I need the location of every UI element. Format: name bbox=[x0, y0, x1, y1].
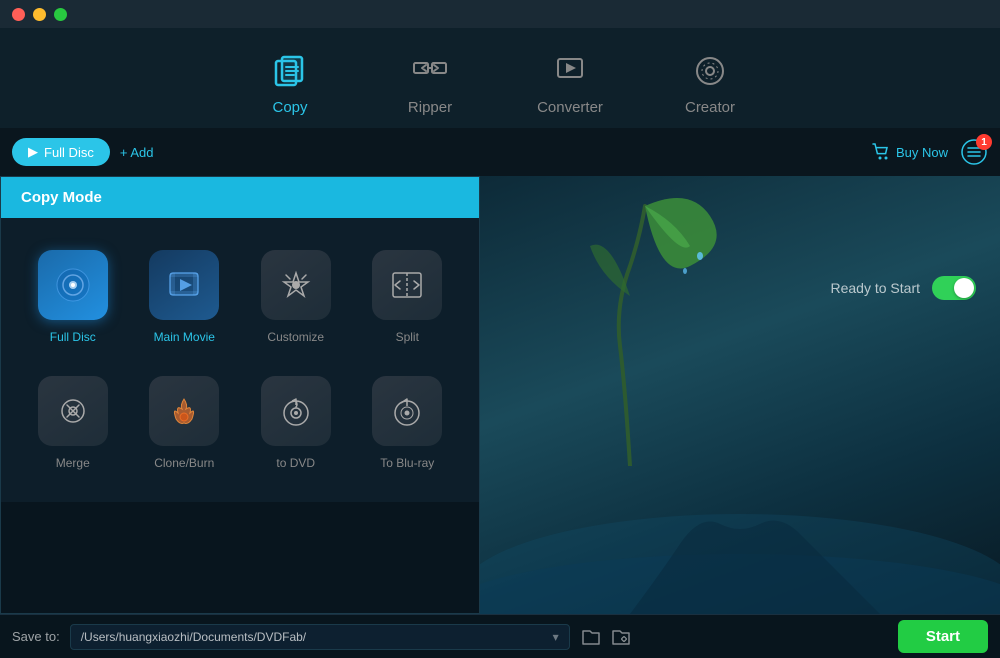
mode-item-clone-burn[interactable]: Clone/Burn bbox=[129, 360, 241, 486]
full-disc-button[interactable]: ▶ Full Disc bbox=[12, 138, 110, 166]
notification-badge: 1 bbox=[976, 134, 992, 150]
buy-now-label: Buy Now bbox=[896, 145, 948, 160]
maximize-button[interactable] bbox=[54, 8, 67, 21]
to-dvd-mode-label: to DVD bbox=[276, 456, 315, 470]
add-button[interactable]: + Add bbox=[120, 145, 154, 160]
copy-icon bbox=[270, 51, 310, 91]
to-dvd-icon-wrapper bbox=[261, 376, 331, 446]
main-content: Copy Mode Full Disc bbox=[0, 176, 1000, 614]
full-disc-icon-wrapper bbox=[38, 250, 108, 320]
to-bluray-mode-label: To Blu-ray bbox=[380, 456, 434, 470]
mode-item-full-disc[interactable]: Full Disc bbox=[17, 234, 129, 360]
full-disc-arrow-icon: ▶ bbox=[28, 144, 38, 160]
nav-item-converter[interactable]: Converter bbox=[530, 51, 610, 116]
dropdown-arrow-icon: ▾ bbox=[553, 630, 559, 644]
right-panel: Ready to Start bbox=[480, 176, 1000, 614]
save-path-input[interactable]: /Users/huangxiaozhi/Documents/DVDFab/ ▾ bbox=[70, 624, 570, 650]
plant-decoration bbox=[530, 166, 730, 466]
toolbar-right: Buy Now 1 bbox=[872, 138, 988, 166]
save-to-label: Save to: bbox=[12, 629, 60, 644]
ready-toggle[interactable] bbox=[932, 276, 976, 300]
main-movie-icon-wrapper bbox=[149, 250, 219, 320]
toolbar-row: ▶ Full Disc + Add Buy Now 1 bbox=[0, 128, 1000, 176]
mode-item-main-movie[interactable]: Main Movie bbox=[129, 234, 241, 360]
nav-label-ripper: Ripper bbox=[408, 99, 452, 116]
full-disc-label: Full Disc bbox=[44, 145, 94, 160]
copy-mode-panel: Copy Mode Full Disc bbox=[0, 176, 480, 614]
merge-icon-wrapper bbox=[38, 376, 108, 446]
nav-item-ripper[interactable]: Ripper bbox=[390, 51, 470, 116]
nav-item-copy[interactable]: Copy bbox=[250, 51, 330, 116]
converter-icon bbox=[550, 51, 590, 91]
clone-burn-mode-label: Clone/Burn bbox=[154, 456, 214, 470]
nav-bar: Copy Ripper Converter bbox=[0, 28, 1000, 128]
mode-item-to-bluray[interactable]: To Blu-ray bbox=[352, 360, 464, 486]
copy-mode-grid: Full Disc Main Movie bbox=[1, 218, 479, 502]
title-bar bbox=[0, 0, 1000, 28]
customize-mode-label: Customize bbox=[267, 330, 324, 344]
start-label: Start bbox=[926, 628, 960, 645]
main-movie-mode-label: Main Movie bbox=[154, 330, 215, 344]
add-label: + Add bbox=[120, 145, 154, 160]
customize-icon-wrapper bbox=[261, 250, 331, 320]
merge-mode-label: Merge bbox=[56, 456, 90, 470]
nav-item-creator[interactable]: Creator bbox=[670, 51, 750, 116]
save-path-text: /Users/huangxiaozhi/Documents/DVDFab/ bbox=[81, 630, 553, 644]
status-bar: Save to: /Users/huangxiaozhi/Documents/D… bbox=[0, 614, 1000, 658]
nav-label-copy: Copy bbox=[272, 99, 307, 116]
ripper-icon bbox=[410, 51, 450, 91]
start-button[interactable]: Start bbox=[898, 620, 988, 653]
full-disc-mode-label: Full Disc bbox=[50, 330, 96, 344]
mode-item-to-dvd[interactable]: to DVD bbox=[240, 360, 352, 486]
mode-item-customize[interactable]: Customize bbox=[240, 234, 352, 360]
open-folder-button[interactable] bbox=[580, 626, 602, 648]
folder-buttons bbox=[580, 626, 632, 648]
ready-status: Ready to Start bbox=[831, 276, 977, 300]
split-mode-label: Split bbox=[396, 330, 419, 344]
ready-label: Ready to Start bbox=[831, 280, 921, 296]
copy-mode-header: Copy Mode bbox=[1, 177, 479, 218]
mode-item-split[interactable]: Split bbox=[352, 234, 464, 360]
creator-icon bbox=[690, 51, 730, 91]
to-bluray-icon-wrapper bbox=[372, 376, 442, 446]
nav-label-creator: Creator bbox=[685, 99, 735, 116]
copy-mode-title: Copy Mode bbox=[21, 189, 102, 206]
split-icon-wrapper bbox=[372, 250, 442, 320]
window-controls bbox=[12, 8, 67, 21]
mode-item-merge[interactable]: Merge bbox=[17, 360, 129, 486]
cart-icon bbox=[872, 143, 890, 161]
clone-burn-icon-wrapper bbox=[149, 376, 219, 446]
menu-button[interactable]: 1 bbox=[960, 138, 988, 166]
buy-now-button[interactable]: Buy Now bbox=[872, 143, 948, 161]
folder-settings-button[interactable] bbox=[610, 626, 632, 648]
minimize-button[interactable] bbox=[33, 8, 46, 21]
close-button[interactable] bbox=[12, 8, 25, 21]
nav-label-converter: Converter bbox=[537, 99, 603, 116]
